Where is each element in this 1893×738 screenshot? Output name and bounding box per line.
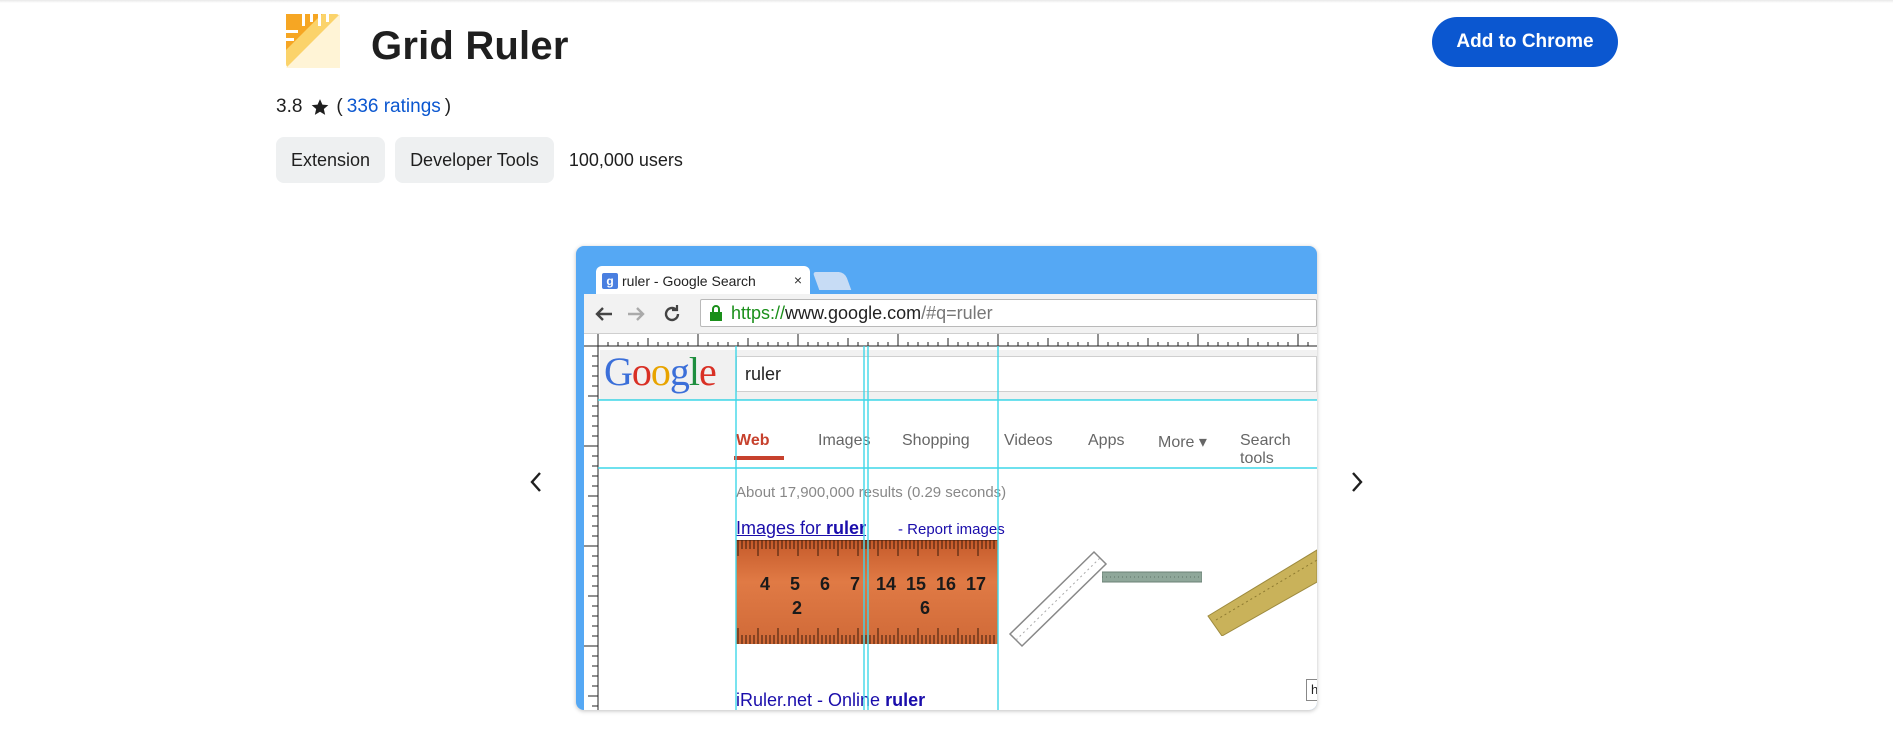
url-path: /#q=ruler	[921, 302, 993, 323]
extension-title: Grid Ruler	[371, 24, 569, 68]
grid-ruler-overlay	[584, 334, 1317, 710]
carousel-next-button[interactable]	[1337, 462, 1377, 502]
extension-header: Grid Ruler Add to Chrome	[276, 10, 1618, 70]
new-tab-icon	[812, 272, 852, 290]
paren-open: (	[336, 96, 343, 117]
rating-row: 3.8 (336 ratings)	[276, 96, 451, 118]
chevron-right-icon	[1352, 472, 1363, 492]
paren-close: )	[444, 96, 452, 117]
rating-value: 3.8	[276, 96, 303, 117]
browser-toolbar: https://www.google.com/#q=ruler	[584, 294, 1317, 334]
top-shadow	[0, 0, 1893, 3]
chevron-left-icon	[530, 472, 541, 492]
browser-tab-title: ruler - Google Search	[622, 273, 756, 289]
chip-extension[interactable]: Extension	[276, 137, 386, 183]
reload-icon	[664, 305, 680, 322]
grid-ruler-logo-icon	[286, 14, 340, 68]
page-content: Google ruler Web Images Shopping Videos …	[584, 334, 1317, 710]
star-icon	[312, 99, 329, 115]
address-bar: https://www.google.com/#q=ruler	[700, 299, 1317, 327]
screenshot-slide: g ruler - Google Search × https://www.go…	[576, 246, 1317, 710]
back-arrow-icon	[595, 307, 612, 321]
users-count: 100,000 users	[568, 149, 683, 170]
add-to-chrome-button[interactable]: Add to Chrome	[1432, 17, 1618, 67]
url-domain: www.google.com	[785, 302, 922, 323]
ratings-link[interactable]: 336 ratings	[347, 96, 441, 118]
url-scheme: https://	[731, 302, 786, 323]
category-chips: Extension Developer Tools 100,000 users	[276, 137, 683, 183]
google-favicon-icon: g	[602, 273, 618, 289]
browser-tab: g ruler - Google Search ×	[596, 266, 810, 296]
tab-close-icon: ×	[793, 272, 802, 288]
chip-developer-tools[interactable]: Developer Tools	[395, 137, 554, 183]
forward-arrow-icon	[628, 307, 645, 321]
lock-icon	[710, 305, 722, 321]
carousel-prev-button[interactable]	[516, 462, 556, 502]
